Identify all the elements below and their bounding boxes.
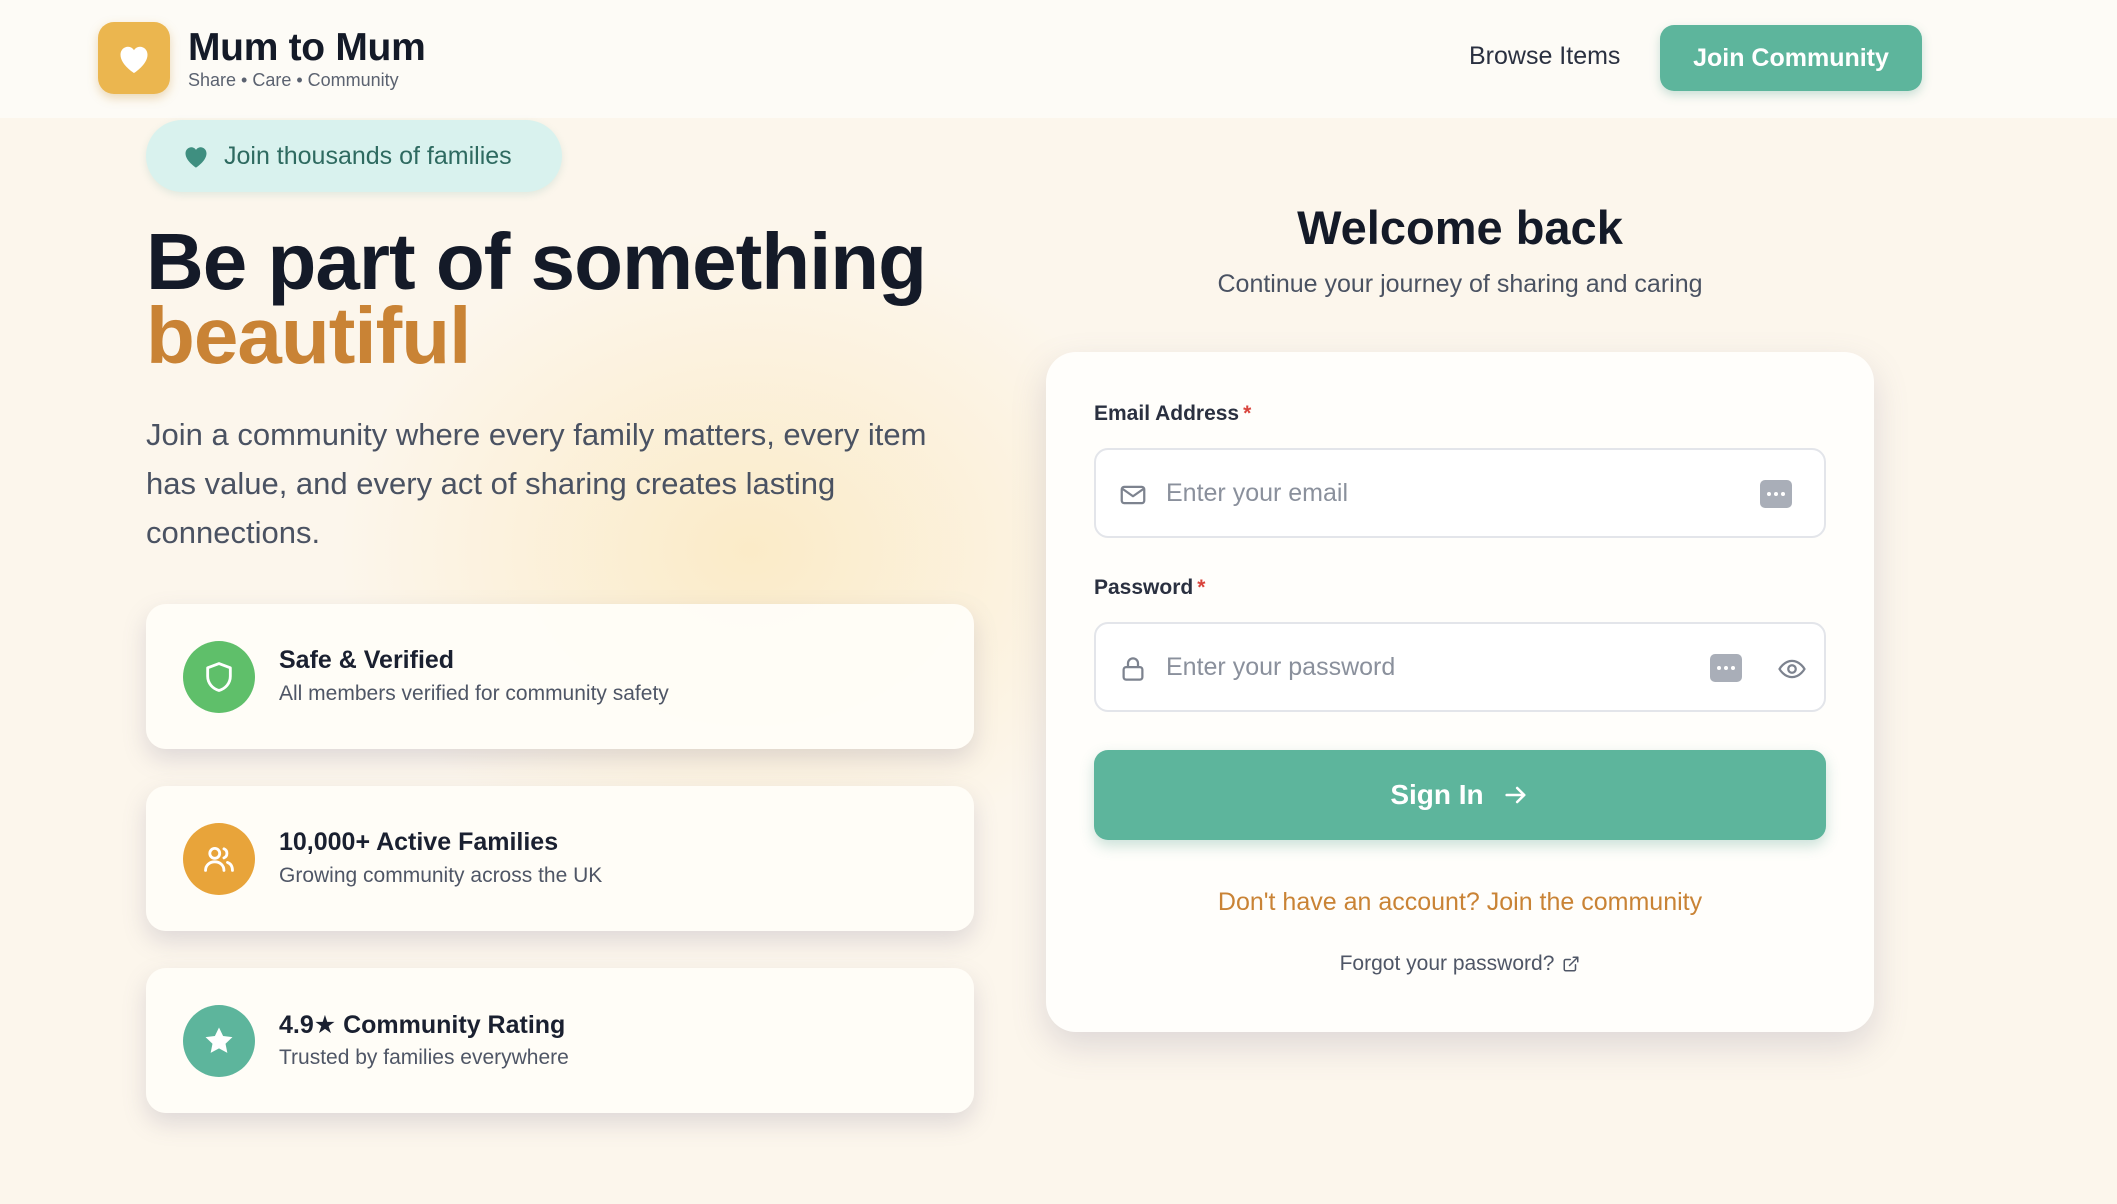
feature-card-rating: 4.9★ Community Rating Trusted by familie… [146,968,974,1113]
browse-items-link[interactable]: Browse Items [1469,42,1620,71]
required-marker: * [1197,576,1206,599]
feature-title: 4.9★ Community Rating [279,1011,566,1039]
hero-title: Be part of something [146,217,927,306]
show-password-icon[interactable] [1776,654,1808,684]
password-manager-icon[interactable] [1760,480,1792,508]
password-input[interactable] [1166,624,1706,710]
users-icon [204,846,234,872]
feature-icon-badge [183,641,255,713]
badge-label: Join thousands of families [224,141,512,170]
password-label: Password * [1094,576,1205,600]
feature-card-safe: Safe & Verified All members verified for… [146,604,974,749]
email-field [1094,448,1826,538]
join-community-link[interactable]: Don't have an account? Join the communit… [1046,888,1874,917]
password-field [1094,622,1826,712]
email-label-text: Email Address [1094,402,1240,425]
join-community-button[interactable]: Join Community [1660,25,1922,91]
password-manager-icon[interactable] [1710,654,1742,682]
arrow-right-icon [1505,786,1526,804]
email-input[interactable] [1166,450,1706,536]
external-link-icon [1563,956,1579,972]
feature-icon-badge [183,823,255,895]
feature-subtitle: Trusted by families everywhere [279,1046,569,1069]
feature-subtitle: All members verified for community safet… [279,682,669,705]
logo[interactable] [98,22,170,94]
heart-icon [185,147,207,168]
feature-icon-badge [183,1005,255,1077]
feature-title: 10,000+ Active Families [279,828,559,856]
sign-in-button[interactable]: Sign In [1094,750,1826,840]
login-subtitle: Continue your journey of sharing and car… [1217,270,1703,298]
mail-icon [1120,485,1146,505]
brand-name[interactable]: Mum to Mum [188,26,426,70]
feature-subtitle: Growing community across the UK [279,864,603,887]
star-icon [205,1027,233,1053]
feature-title: Safe & Verified [279,646,455,674]
top-header: Mum to Mum Share • Care • Community Brow… [0,0,2117,118]
login-title: Welcome back [1297,201,1623,254]
feature-card-families: 10,000+ Active Families Growing communit… [146,786,974,931]
hero-description: Join a community where every family matt… [146,417,927,550]
shield-icon [206,662,232,692]
login-form: Email Address* Password* Sign In [1046,352,1874,1032]
password-label-text: Password [1094,576,1194,599]
email-label: Email Address * [1094,402,1251,426]
brand-tagline: Share • Care • Community [188,70,399,90]
forgot-password-label: Forgot your password? [1339,952,1555,975]
required-marker: * [1243,402,1252,425]
lock-icon [1122,657,1144,681]
hero-title-highlight: beautiful [146,291,471,380]
heart-icon [120,46,148,73]
join-families-badge: Join thousands of families [146,120,562,192]
forgot-password-link[interactable]: Forgot your password? [1046,952,1874,976]
sign-in-label: Sign In [1390,779,1484,810]
